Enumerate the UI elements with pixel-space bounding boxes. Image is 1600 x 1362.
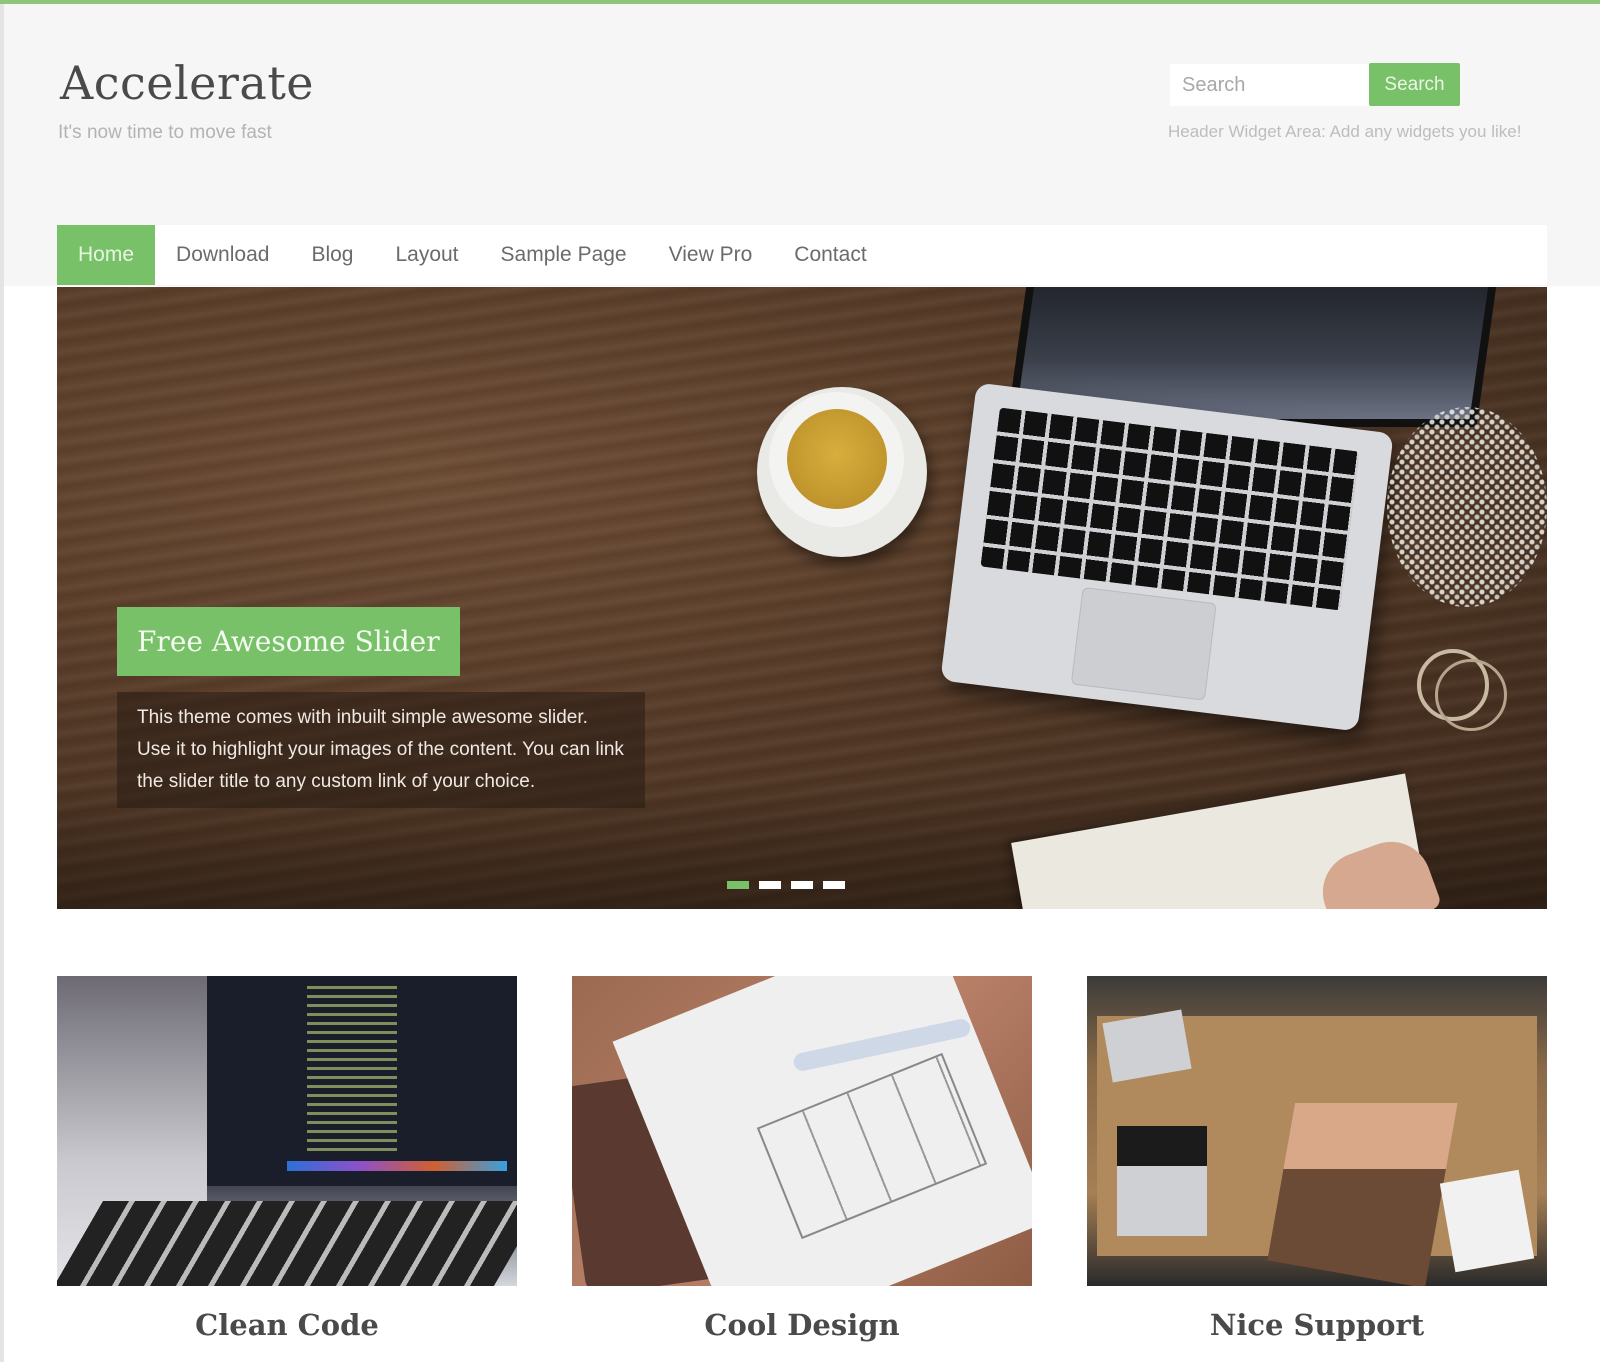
slide-title-link[interactable]: Free Awesome Slider (117, 607, 460, 676)
feature-image-cool-design[interactable] (572, 976, 1032, 1286)
slider-pager (727, 881, 845, 889)
nav-item-contact[interactable]: Contact (773, 225, 887, 285)
photo-detail (1117, 1126, 1207, 1236)
feature-title[interactable]: Clean Code (57, 1308, 517, 1342)
site-tagline: It's now time to move fast (58, 122, 272, 143)
keyboard-image (980, 407, 1360, 611)
feature-image-nice-support[interactable] (1087, 976, 1547, 1286)
main-navigation: Home Download Blog Layout Sample Page Vi… (57, 225, 1547, 285)
photo-detail (1439, 1169, 1535, 1273)
photo-detail (307, 986, 397, 1156)
slider-dot-1[interactable] (727, 881, 749, 889)
features-section: Clean Code Cool Design Nice Support (57, 976, 1547, 1342)
flowers-image (1387, 407, 1547, 607)
photo-detail (57, 1201, 517, 1286)
bracelet-image-2 (1435, 659, 1507, 731)
nav-item-view-pro[interactable]: View Pro (648, 225, 774, 285)
site-title[interactable]: Accelerate (60, 56, 314, 110)
nav-item-sample-page[interactable]: Sample Page (480, 225, 648, 285)
header-widget-text: Header Widget Area: Add any widgets you … (1168, 122, 1522, 141)
search-input[interactable] (1170, 64, 1370, 106)
nav-item-blog[interactable]: Blog (290, 225, 374, 285)
feature-card: Cool Design (572, 976, 1032, 1342)
photo-detail (287, 1161, 507, 1171)
nav-item-download[interactable]: Download (155, 225, 290, 285)
nav-item-home[interactable]: Home (57, 225, 156, 285)
slider-dot-4[interactable] (823, 881, 845, 889)
trackpad-image (1070, 586, 1217, 701)
feature-card: Clean Code (57, 976, 517, 1342)
feature-image-clean-code[interactable] (57, 976, 517, 1286)
tea-image (787, 409, 887, 509)
search-button[interactable]: Search (1369, 63, 1460, 106)
slider-dot-3[interactable] (791, 881, 813, 889)
feature-title[interactable]: Nice Support (1087, 1308, 1547, 1342)
feature-card: Nice Support (1087, 976, 1547, 1342)
nav-item-layout[interactable]: Layout (374, 225, 479, 285)
feature-title[interactable]: Cool Design (572, 1308, 1032, 1342)
laptop-base-image (940, 382, 1394, 732)
hero-slider[interactable]: Free Awesome Slider This theme comes wit… (57, 287, 1547, 909)
slider-dot-2[interactable] (759, 881, 781, 889)
slide-description: This theme comes with inbuilt simple awe… (117, 692, 645, 808)
